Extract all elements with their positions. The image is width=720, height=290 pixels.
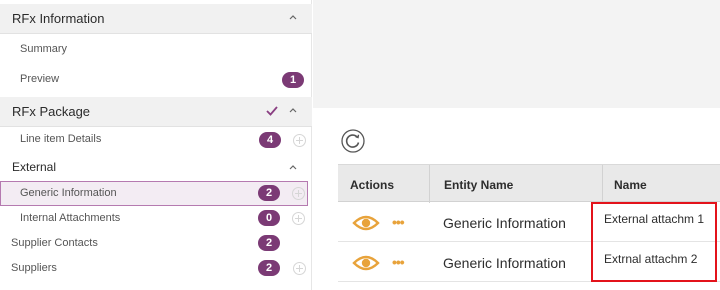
content-header-band [313, 0, 720, 108]
chevron-up-icon[interactable] [288, 12, 298, 22]
sidebar-item-label: Supplier Contacts [11, 237, 98, 249]
count-badge: 1 [282, 72, 304, 88]
sidebar-item-summary[interactable]: Summary [0, 38, 312, 63]
sidebar-item-suppliers[interactable]: Suppliers 2 [0, 257, 312, 282]
section-header-external[interactable]: External [0, 156, 312, 180]
sidebar-item-line-item-details[interactable]: Line item Details 4 [0, 128, 312, 153]
count-badge: 4 [259, 132, 281, 148]
more-dots-icon[interactable]: ••• [392, 214, 405, 230]
more-dots-icon[interactable]: ••• [392, 254, 405, 270]
column-header-entity-name[interactable]: Entity Name [444, 178, 513, 192]
sidebar-item-supplier-contacts[interactable]: Supplier Contacts 2 [0, 232, 312, 257]
count-badge: 2 [258, 260, 280, 276]
sidebar-item-label: Suppliers [11, 262, 57, 274]
highlight-box [591, 202, 717, 282]
add-icon[interactable] [292, 212, 305, 225]
eye-icon[interactable] [352, 214, 380, 232]
table-header: Actions Entity Name Name [338, 164, 720, 203]
column-divider [429, 165, 430, 203]
column-header-actions[interactable]: Actions [350, 178, 394, 192]
section-title: RFx Information [12, 11, 105, 26]
sidebar: RFx Information Summary Preview 1 RFx Pa… [0, 0, 312, 290]
refresh-icon[interactable] [340, 128, 366, 154]
sidebar-item-label: Summary [20, 43, 68, 55]
add-icon[interactable] [293, 134, 306, 147]
eye-icon[interactable] [352, 254, 380, 272]
section-title: External [12, 160, 57, 174]
chevron-up-icon[interactable] [288, 162, 298, 172]
sidebar-item-generic-information[interactable]: Generic Information 2 [0, 181, 308, 206]
count-badge: 2 [258, 235, 280, 251]
column-divider [602, 165, 603, 203]
sidebar-item-label: Generic Information [20, 187, 117, 199]
section-header-rfx-information[interactable]: RFx Information [0, 4, 312, 34]
check-icon [266, 106, 278, 116]
chevron-up-icon[interactable] [288, 105, 298, 115]
entity-name-cell: Generic Information [443, 215, 566, 231]
add-icon[interactable] [293, 262, 306, 275]
sidebar-item-label: Preview [20, 73, 60, 85]
section-header-rfx-package[interactable]: RFx Package [0, 97, 312, 127]
add-icon[interactable] [292, 187, 305, 200]
count-badge: 2 [258, 185, 280, 201]
column-header-name[interactable]: Name [614, 178, 647, 192]
sidebar-item-label: Line item Details [20, 133, 102, 145]
section-title: RFx Package [12, 104, 91, 119]
sidebar-item-label: Internal Attachments [20, 212, 121, 224]
sidebar-item-internal-attachments[interactable]: Internal Attachments 0 [0, 207, 312, 232]
entity-name-cell: Generic Information [443, 255, 566, 271]
sidebar-item-preview[interactable]: Preview 1 [0, 68, 312, 93]
count-badge: 0 [258, 210, 280, 226]
